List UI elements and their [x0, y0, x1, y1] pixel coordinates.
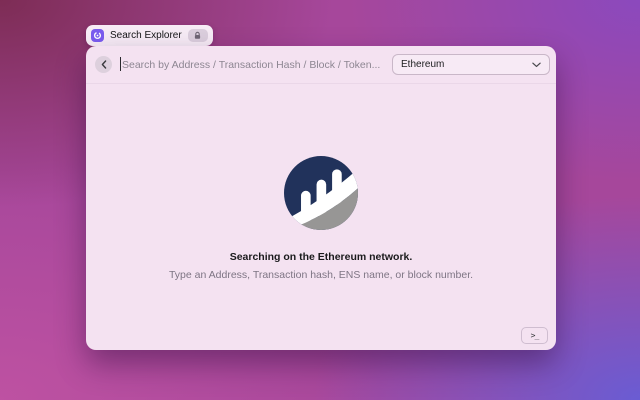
etherscan-logo-icon: [284, 156, 358, 230]
network-select-value: Ethereum: [401, 59, 444, 70]
search-field-wrap: [120, 46, 384, 83]
window-tab[interactable]: Search Explorer: [86, 25, 213, 46]
back-button[interactable]: [95, 56, 112, 73]
app-icon: [91, 29, 104, 42]
network-select[interactable]: Ethereum: [392, 54, 550, 75]
chevron-left-icon: [101, 60, 107, 69]
tab-title: Search Explorer: [110, 30, 182, 41]
terminal-icon: >_: [531, 331, 539, 340]
explorer-window: Ethereum Searching on the Ethereum netwo: [86, 46, 556, 350]
empty-state: Searching on the Ethereum network. Type …: [86, 156, 556, 281]
chevron-down-icon: [532, 62, 541, 68]
terminal-button[interactable]: >_: [521, 327, 548, 344]
network-status-title: Searching on the Ethereum network.: [86, 251, 556, 263]
network-status-hint: Type an Address, Transaction hash, ENS n…: [86, 269, 556, 281]
search-input[interactable]: [120, 59, 384, 71]
text-caret: [120, 57, 121, 71]
lock-icon: [188, 29, 208, 42]
search-header: Ethereum: [86, 46, 556, 84]
desktop-background: Search Explorer Ethereum: [0, 0, 640, 400]
